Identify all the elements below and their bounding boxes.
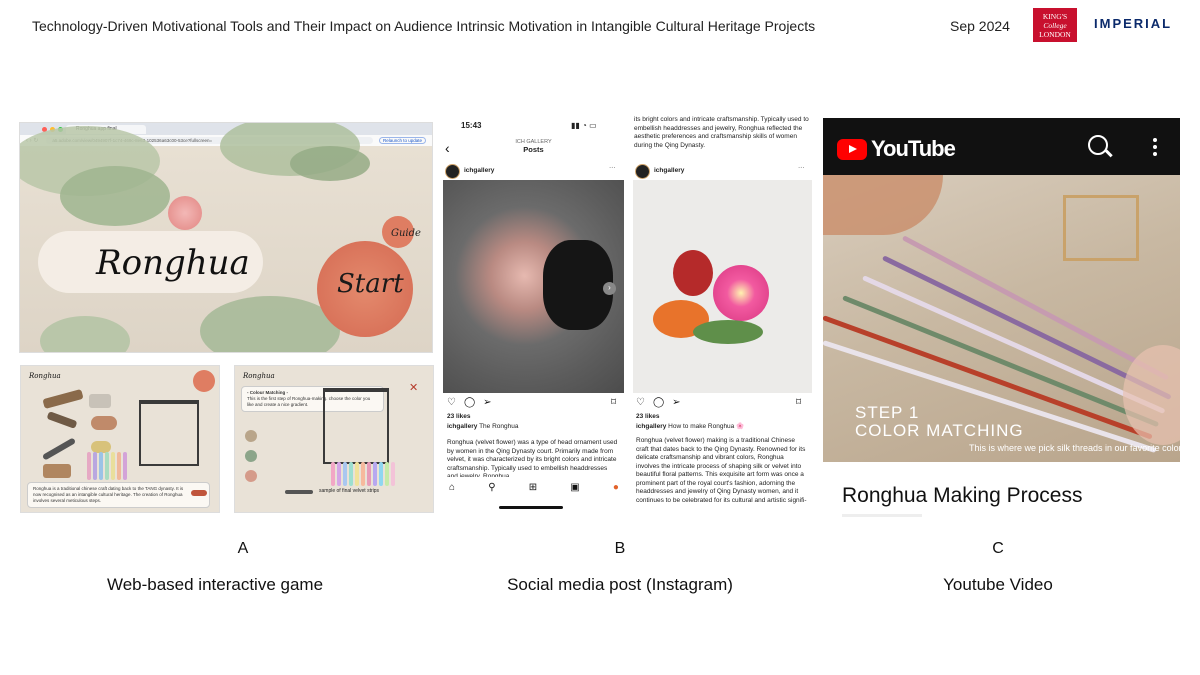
next-image-icon[interactable]: › xyxy=(603,282,616,295)
velvet-strips[interactable] xyxy=(331,462,395,486)
step-subtitle: COLOR MATCHING xyxy=(855,421,1024,440)
game-browser-screenshot: Ronghua app final ‹ › ↻ a5.adobe.com/vie… xyxy=(19,122,433,353)
tool-icon[interactable] xyxy=(42,388,84,410)
reels-icon[interactable]: ▣ xyxy=(570,482,579,493)
likes-count: 23 likes xyxy=(636,413,660,420)
video-caption: This is where we pick silk threads in ou… xyxy=(969,443,1180,453)
caption-body: Ronghua (velvet flower) making is a trad… xyxy=(636,437,807,504)
more-icon[interactable]: ··· xyxy=(798,164,805,173)
close-icon[interactable]: ✕ xyxy=(409,383,418,394)
wooden-frame-icon xyxy=(323,388,389,464)
mini-logo: Ronghua xyxy=(243,372,275,380)
status-icons: ▮▮ ◔ ▭ xyxy=(571,121,597,130)
post-actions: ♡ ◯ ➢ xyxy=(447,397,492,408)
video-title[interactable]: Ronghua Making Process xyxy=(842,484,1082,508)
youtube-screenshot: YouTube STEP 1 COLOR MATCHING This is wh… xyxy=(823,118,1180,462)
share-icon[interactable]: ➢ xyxy=(483,397,491,408)
panel-label-a: Web-based interactive game xyxy=(106,575,324,594)
tool-icon[interactable] xyxy=(91,416,117,430)
panel-letter-c: C xyxy=(992,540,1004,557)
tool-icon[interactable] xyxy=(245,430,257,442)
bottom-nav: ⌂ ⚲ ⊞ ▣ ● xyxy=(449,482,619,493)
instagram-post-2: its bright colors and intricate craftsma… xyxy=(630,116,815,512)
panel-letter-b: B xyxy=(614,540,626,557)
pointer-arrow-icon xyxy=(285,490,313,494)
guide-button[interactable] xyxy=(193,370,215,392)
velvet-bouquet-photo xyxy=(633,180,812,393)
posts-heading: Posts xyxy=(523,145,544,154)
start-label[interactable]: Start xyxy=(337,269,404,299)
status-time: 15:43 xyxy=(461,121,482,130)
caption-body: Ronghua (velvet flower) was a type of he… xyxy=(447,439,618,477)
caption-line: ichgallery The Ronghua xyxy=(447,423,619,432)
likes-count: 23 likes xyxy=(447,413,471,420)
kings-college-logo: KING'S College LONDON xyxy=(1033,8,1077,42)
home-indicator xyxy=(499,506,563,509)
panel-label-b: Social media post (Instagram) xyxy=(507,575,733,594)
search-icon[interactable] xyxy=(1088,135,1108,155)
tool-icon[interactable] xyxy=(245,450,257,462)
info-note: Ronghua is a traditional chinese craft d… xyxy=(27,482,210,508)
hint-text: sample of final velvet strips xyxy=(319,488,380,494)
post-actions: ♡ ◯ ➢ xyxy=(636,397,681,408)
thread-bundle[interactable] xyxy=(87,452,127,480)
like-icon[interactable]: ♡ xyxy=(636,397,645,408)
imperial-logo: IMPERIAL xyxy=(1094,16,1173,31)
bookmark-icon[interactable]: ⌑ xyxy=(611,397,616,408)
share-icon[interactable]: ➢ xyxy=(672,397,680,408)
search-icon[interactable]: ⚲ xyxy=(488,482,495,493)
profile-icon[interactable]: ● xyxy=(613,482,619,493)
like-icon[interactable]: ♡ xyxy=(447,397,456,408)
post-header: ichgallery xyxy=(445,164,494,179)
caption-title: How to make Ronghua xyxy=(668,423,735,430)
wooden-frame-icon xyxy=(139,400,199,466)
tool-icon[interactable] xyxy=(43,464,71,478)
arrow-next-icon[interactable] xyxy=(191,490,207,496)
more-icon[interactable]: ··· xyxy=(609,164,616,173)
home-icon[interactable]: ⌂ xyxy=(449,482,455,493)
title-underline xyxy=(842,514,922,517)
game-title: Ronghua xyxy=(96,243,250,283)
velvet-flower-photo: › xyxy=(443,180,624,393)
post-header: ichgallery xyxy=(635,164,684,179)
new-post-icon[interactable]: ⊞ xyxy=(529,482,537,493)
lotus-bud-icon xyxy=(168,196,202,230)
comment-icon[interactable]: ◯ xyxy=(464,397,475,408)
guide-label[interactable]: Guide xyxy=(391,228,421,239)
panel-letter-a: A xyxy=(237,540,249,557)
slide-title: Technology-Driven Motivational Tools and… xyxy=(32,18,816,34)
mini-logo: Ronghua xyxy=(29,372,61,380)
slide-date: Sep 2024 xyxy=(950,18,1010,34)
game-tools-screen: Ronghua Ronghua is a traditional chinese… xyxy=(20,365,220,513)
username[interactable]: ichgallery xyxy=(464,167,494,176)
previous-caption-text: its bright colors and intricate craftsma… xyxy=(634,116,809,149)
caption-user[interactable]: ichgallery xyxy=(447,423,477,430)
game-colour-screen: Ronghua ✕ - Colour Matching - This is th… xyxy=(234,365,434,513)
relaunch-button[interactable]: Relaunch to update xyxy=(378,137,426,144)
tool-icon[interactable] xyxy=(41,437,77,461)
avatar[interactable] xyxy=(635,164,650,179)
youtube-header: YouTube xyxy=(823,118,1180,175)
tool-icon[interactable] xyxy=(46,411,78,429)
game-start-screen: Ronghua Start Guide xyxy=(20,123,432,352)
youtube-wordmark: YouTube xyxy=(871,136,956,161)
youtube-logo[interactable]: YouTube xyxy=(837,136,956,162)
caption-title: The Ronghua xyxy=(479,423,519,430)
video-frame[interactable]: STEP 1 COLOR MATCHING This is where we p… xyxy=(823,175,1180,462)
youtube-play-icon xyxy=(837,138,867,160)
avatar[interactable] xyxy=(445,164,460,179)
comment-icon[interactable]: ◯ xyxy=(653,397,664,408)
caption-user[interactable]: ichgallery xyxy=(636,423,666,430)
step-title: STEP 1 xyxy=(855,403,920,422)
bookmark-icon[interactable]: ⌑ xyxy=(796,397,801,408)
panel-label-c: Youtube Video xyxy=(943,575,1053,594)
more-options-icon[interactable] xyxy=(1153,138,1157,159)
tool-icon[interactable] xyxy=(89,394,111,408)
username[interactable]: ichgallery xyxy=(654,167,684,176)
caption-line: ichgallery How to make Ronghua 🌸 xyxy=(636,423,745,430)
tool-icon[interactable] xyxy=(245,470,257,482)
instagram-post-1: 15:43 ▮▮ ◔ ▭ ‹ ICH GALLERY Posts ichgall… xyxy=(441,116,626,512)
